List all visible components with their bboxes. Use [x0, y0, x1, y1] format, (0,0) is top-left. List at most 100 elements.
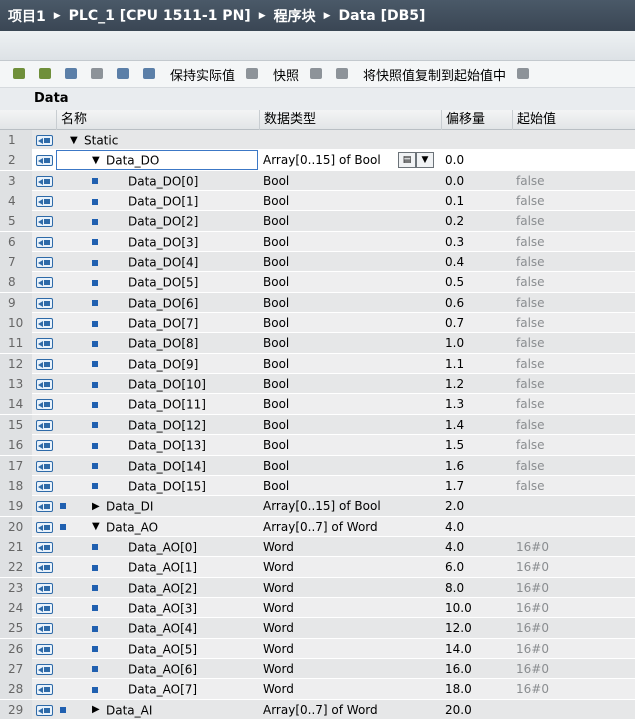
column-header-name[interactable]: 名称 — [56, 110, 259, 130]
keep-actual-values-button[interactable]: 保持实际值 — [170, 65, 235, 84]
expand-arrow-icon[interactable]: ▶ — [92, 497, 106, 517]
table-row[interactable]: 18 Data_DO[15] Bool 1.7 false — [0, 475, 635, 497]
data-type[interactable]: Bool — [259, 211, 439, 231]
data-type[interactable]: Word — [259, 598, 439, 618]
table-row[interactable]: 3 Data_DO[0] Bool 0.0 false — [0, 170, 635, 192]
variable-name[interactable]: Data_DO[9] — [70, 354, 258, 374]
data-type[interactable]: Bool — [259, 333, 439, 353]
dropdown-arrow-icon[interactable]: ▼ — [416, 152, 434, 169]
start-value[interactable] — [512, 700, 635, 719]
row-number[interactable]: 11 — [0, 333, 32, 354]
data-type[interactable]: Bool — [259, 435, 439, 455]
variable-name[interactable]: Data_DO[8] — [70, 333, 258, 353]
table-row[interactable]: 11 Data_DO[8] Bool 1.0 false — [0, 333, 635, 354]
start-value[interactable]: false — [512, 252, 635, 272]
start-value[interactable]: false — [512, 415, 635, 435]
data-type[interactable] — [259, 130, 439, 150]
row-number[interactable]: 14 — [0, 394, 32, 415]
variable-name[interactable]: Data_DO[7] — [70, 313, 258, 333]
collapse-all-icon[interactable] — [88, 65, 108, 83]
data-type[interactable]: Array[0..7] of Word — [259, 700, 439, 719]
table-row[interactable]: 24 Data_AO[3] Word 10.0 16#0 — [0, 597, 635, 619]
variable-name[interactable]: Data_DO[11] — [70, 394, 258, 414]
data-type[interactable]: Word — [259, 639, 439, 659]
variable-name[interactable]: Data_DO[0] — [70, 171, 258, 191]
data-type[interactable]: Bool — [259, 191, 439, 211]
row-number[interactable]: 9 — [0, 292, 32, 313]
variable-name[interactable]: Data_DO[15] — [70, 476, 258, 496]
table-row[interactable]: 10 Data_DO[7] Bool 0.7 false — [0, 313, 635, 334]
data-type[interactable]: Word — [259, 679, 439, 699]
variable-name[interactable]: Data_AO[6] — [70, 659, 258, 679]
table-row[interactable]: 15 Data_DO[12] Bool 1.4 false — [0, 414, 635, 436]
list-view-icon[interactable] — [114, 65, 134, 83]
row-number[interactable]: 27 — [0, 658, 32, 679]
data-type[interactable]: Bool — [259, 415, 439, 435]
start-value[interactable]: 16#0 — [512, 639, 635, 659]
start-value[interactable]: false — [512, 333, 635, 353]
variable-name[interactable]: Data_AO[2] — [70, 578, 258, 598]
variable-name[interactable]: Data_DO[5] — [70, 272, 258, 292]
monitor-icon[interactable] — [140, 65, 160, 83]
expand-arrow-icon[interactable]: ▶ — [92, 700, 106, 719]
data-type[interactable]: Bool — [259, 313, 439, 333]
data-type[interactable]: Bool — [259, 171, 439, 191]
start-value[interactable]: 16#0 — [512, 618, 635, 638]
snapshot-icon[interactable] — [243, 65, 263, 83]
row-number[interactable]: 23 — [0, 577, 32, 598]
data-type[interactable]: Bool — [259, 232, 439, 252]
row-number[interactable]: 29 — [0, 699, 32, 719]
start-value[interactable]: false — [512, 476, 635, 496]
variable-name[interactable]: Data_AO[5] — [70, 639, 258, 659]
table-row[interactable]: 6 Data_DO[3] Bool 0.3 false — [0, 231, 635, 253]
row-number[interactable]: 12 — [0, 353, 32, 374]
row-number[interactable]: 28 — [0, 679, 32, 700]
insert-row-icon[interactable] — [10, 65, 30, 83]
start-value[interactable] — [512, 150, 635, 170]
copy-snapshot-to-start-button[interactable]: 将快照值复制到起始值中 — [363, 65, 506, 84]
variable-name[interactable]: Data_DO[4] — [70, 252, 258, 272]
row-number[interactable]: 25 — [0, 618, 32, 639]
variable-name[interactable]: Data_DO[14] — [70, 456, 258, 476]
row-number[interactable]: 19 — [0, 496, 32, 517]
data-type[interactable]: Word — [259, 557, 439, 577]
start-value[interactable]: 16#0 — [512, 578, 635, 598]
table-row[interactable]: 25 Data_AO[4] Word 12.0 16#0 — [0, 618, 635, 639]
array-editor-icon[interactable]: ▤ — [398, 152, 416, 169]
start-value[interactable]: 16#0 — [512, 557, 635, 577]
start-value[interactable]: false — [512, 293, 635, 313]
collapse-arrow-icon[interactable]: ▼ — [92, 517, 106, 537]
row-number[interactable]: 17 — [0, 455, 32, 476]
table-row[interactable]: 4 Data_DO[1] Bool 0.1 false — [0, 191, 635, 212]
start-value[interactable]: false — [512, 191, 635, 211]
start-value[interactable]: false — [512, 313, 635, 333]
start-value[interactable]: false — [512, 354, 635, 374]
data-type[interactable]: Bool — [259, 354, 439, 374]
variable-name[interactable]: Data_DO[12] — [70, 415, 258, 435]
data-type[interactable]: Bool — [259, 476, 439, 496]
snapshot-button[interactable]: 快照 — [273, 65, 299, 84]
row-number[interactable]: 4 — [0, 191, 32, 212]
table-row[interactable]: 2 ▼ Data_DO Array[0..15] of Bool ▤ ▼ 0.0 — [0, 150, 635, 171]
variable-name[interactable]: Data_DO[3] — [70, 232, 258, 252]
column-header-type[interactable]: 数据类型 — [259, 110, 441, 130]
collapse-arrow-icon[interactable]: ▼ — [92, 151, 106, 171]
variable-name[interactable]: Data_AO[7] — [70, 679, 258, 699]
variable-name[interactable]: Data_DO[6] — [70, 293, 258, 313]
data-type[interactable]: Bool — [259, 394, 439, 414]
data-type[interactable]: Bool — [259, 272, 439, 292]
variable-name[interactable]: ▶ Data_AI — [70, 700, 258, 719]
table-row[interactable]: 27 Data_AO[6] Word 16.0 16#0 — [0, 658, 635, 680]
table-row[interactable]: 1 ▼ Static — [0, 130, 635, 151]
row-number[interactable]: 5 — [0, 211, 32, 232]
start-value[interactable]: false — [512, 435, 635, 455]
breadcrumb-plc[interactable]: PLC_1 [CPU 1511-1 PN] — [69, 8, 251, 24]
start-value[interactable]: false — [512, 272, 635, 292]
variable-name[interactable]: ▼ Data_DO — [70, 150, 258, 170]
table-row[interactable]: 19 ▶ Data_DI Array[0..15] of Bool 2.0 — [0, 496, 635, 517]
row-number[interactable]: 26 — [0, 638, 32, 659]
data-type[interactable]: Bool — [259, 293, 439, 313]
collapse-arrow-icon[interactable]: ▼ — [70, 131, 84, 151]
start-value[interactable]: false — [512, 374, 635, 394]
row-number[interactable]: 7 — [0, 252, 32, 273]
